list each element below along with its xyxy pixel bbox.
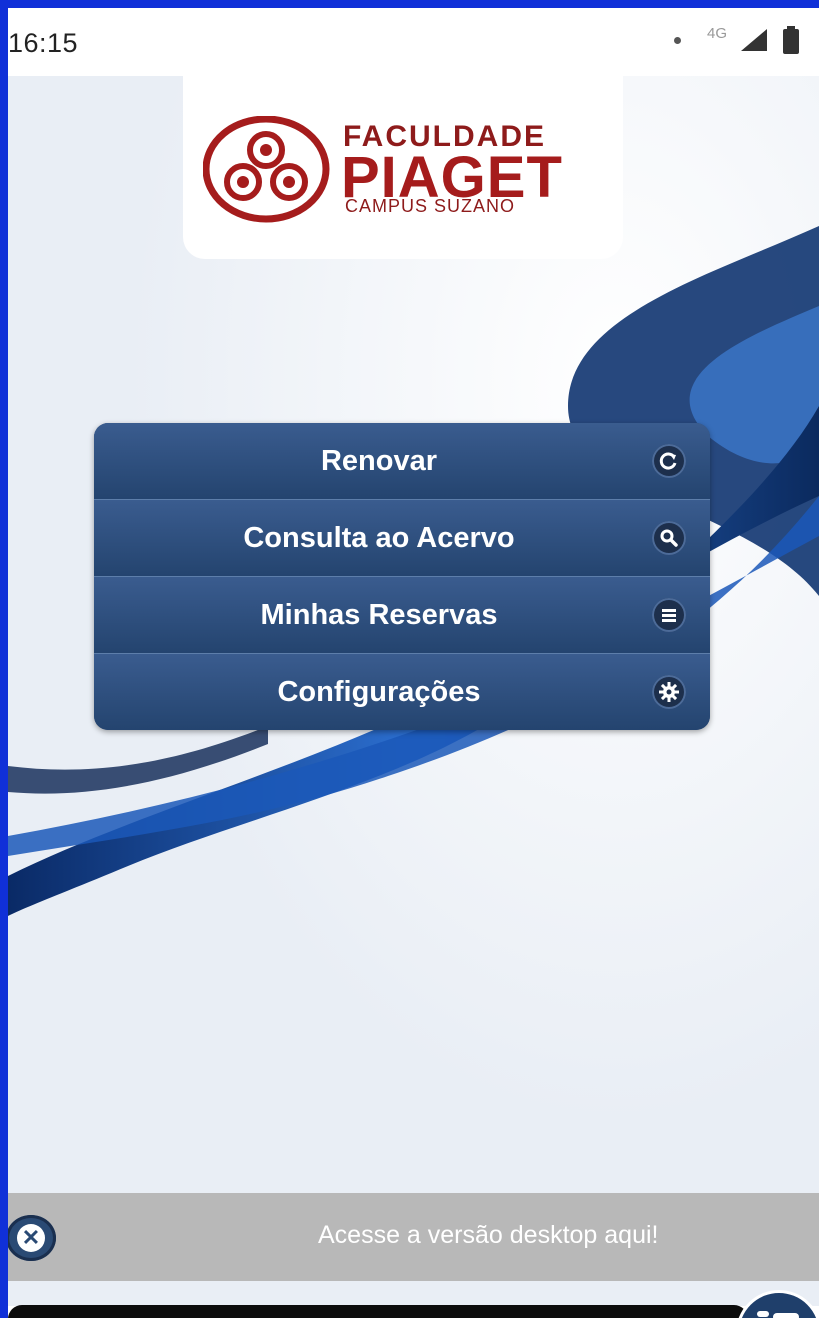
- list-icon: [652, 598, 686, 632]
- menu-item-label: Consulta ao Acervo: [243, 521, 515, 554]
- refresh-icon: [652, 444, 686, 478]
- desktop-version-banner: ✕ Acesse a versão desktop aqui!: [8, 1193, 819, 1281]
- menu-item-renovar[interactable]: Renovar: [94, 423, 710, 500]
- bottom-bar: [8, 1305, 748, 1318]
- battery-icon: [783, 26, 799, 54]
- logo-line-3: CAMPUS SUZANO: [345, 196, 516, 216]
- status-bar: 16:15 4G: [8, 8, 819, 76]
- menu-item-label: Configurações: [277, 675, 481, 708]
- accessibility-icon: [757, 1311, 799, 1318]
- status-time: 16:15: [8, 28, 79, 58]
- triskelion-logo-icon: [203, 116, 330, 223]
- close-icon: ✕: [17, 1224, 45, 1252]
- app-screen: 16:15 4G FACULDADE PIAGET CAMPUS SUZANO: [8, 8, 819, 1318]
- menu-item-consulta[interactable]: Consulta ao Acervo: [94, 500, 710, 577]
- gear-icon: [652, 675, 686, 709]
- main-menu: Renovar Consulta ao Acervo Minhas Reserv…: [94, 423, 710, 730]
- banner-close-button[interactable]: ✕: [8, 1215, 56, 1261]
- menu-item-label: Renovar: [320, 444, 438, 477]
- menu-item-reservas[interactable]: Minhas Reservas: [94, 577, 710, 654]
- desktop-version-link[interactable]: Acesse a versão desktop aqui!: [318, 1221, 658, 1250]
- status-icons: 4G: [673, 24, 801, 54]
- menu-item-label: Minhas Reservas: [260, 598, 498, 631]
- notification-dot-icon: [673, 36, 681, 44]
- search-icon: [652, 521, 686, 555]
- menu-item-configuracoes[interactable]: Configurações: [94, 654, 710, 730]
- signal-icon: [741, 29, 767, 51]
- network-type: 4G: [706, 24, 727, 42]
- logo-card: FACULDADE PIAGET CAMPUS SUZANO: [183, 76, 623, 259]
